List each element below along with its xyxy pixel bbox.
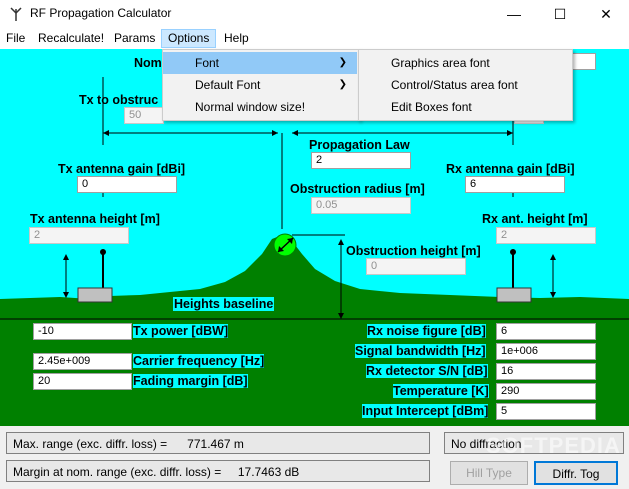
carrier-frequency-label: Carrier frequency [Hz] [133, 354, 265, 368]
chevron-right-icon: ❯ [338, 79, 347, 90]
chevron-right-icon: ❯ [338, 57, 347, 68]
signal-bandwidth-label: Signal bandwidth [Hz] [355, 344, 486, 358]
tx-antenna-gain-label: Tx antenna gain [dBi] [58, 162, 186, 176]
rx-noise-figure-label: Rx noise figure [dB] [367, 324, 486, 338]
signal-bandwidth-input[interactable]: 1e+006 [496, 343, 596, 360]
menu-item-default-font-label: Default Font [195, 78, 261, 92]
tx-antenna-height-input[interactable]: 2 [29, 227, 129, 244]
options-menu: Font ❯ Default Font ❯ Normal window size… [162, 49, 360, 121]
diffraction-toggle-button[interactable]: Diffr. Tog [534, 461, 618, 485]
propagation-law-label: Propagation Law [309, 138, 410, 152]
nominal-range-input[interactable] [570, 53, 596, 70]
antenna-icon [10, 7, 22, 21]
minimize-icon[interactable]: — [491, 0, 537, 28]
fading-margin-label: Fading margin [dB] [133, 374, 248, 388]
maximize-icon[interactable]: ☐ [537, 0, 583, 28]
obstruction-height-label: Obstruction height [m] [346, 244, 481, 258]
menu-item-normal-window-size-label: Normal window size! [195, 100, 306, 114]
input-intercept-label: Input Intercept [dBm] [362, 404, 489, 418]
temperature-input[interactable]: 290 [496, 383, 596, 400]
obstruction-radius-input[interactable]: 0.05 [311, 197, 411, 214]
menu-bar: File Recalculate! Params Options Help [0, 28, 629, 49]
rx-antenna-gain-input[interactable]: 6 [465, 176, 565, 193]
tx-antenna-height-label: Tx antenna height [m] [30, 212, 160, 226]
submenu-item-control-font[interactable]: Control/Status area font [359, 74, 570, 96]
menu-file[interactable]: File [0, 30, 31, 47]
submenu-item-graphics-font[interactable]: Graphics area font [359, 52, 570, 74]
menu-options[interactable]: Options [161, 29, 217, 48]
tx-to-obstruction-label: Tx to obstruc [79, 93, 159, 107]
obstruction-radius-label: Obstruction radius [m] [290, 182, 425, 196]
window-title: RF Propagation Calculator [30, 6, 172, 20]
rx-antenna-height-input[interactable]: 2 [496, 227, 596, 244]
obstruction-height-input[interactable]: 0 [366, 258, 466, 275]
max-range-status: Max. range (exc. diffr. loss) = 771.467 … [6, 432, 430, 454]
temperature-label: Temperature [K] [393, 384, 489, 398]
propagation-law-input[interactable]: 2 [311, 152, 411, 169]
rx-antenna-height-label: Rx ant. height [m] [482, 212, 588, 226]
tx-to-obstruction-input[interactable]: 50 [124, 107, 164, 124]
heights-baseline-label: Heights baseline [173, 297, 275, 311]
hill-type-button[interactable]: Hill Type [450, 461, 528, 485]
tx-power-input[interactable]: -10 [33, 323, 132, 340]
margin-status: Margin at nom. range (exc. diffr. loss) … [6, 460, 430, 482]
nominal-range-label: Nom [134, 56, 162, 70]
menu-item-font-label: Font [195, 56, 220, 70]
title-bar: RF Propagation Calculator — ☐ ✕ [0, 0, 629, 28]
input-intercept-input[interactable]: 5 [496, 403, 596, 420]
watermark: SOFTPEDIA [486, 433, 621, 458]
menu-help[interactable]: Help [218, 30, 255, 47]
tx-antenna-gain-input[interactable]: 0 [77, 176, 177, 193]
rx-antenna-gain-label: Rx antenna gain [dBi] [446, 162, 575, 176]
rx-detector-sn-input[interactable]: 16 [496, 363, 596, 380]
close-icon[interactable]: ✕ [583, 0, 629, 28]
rx-noise-figure-input[interactable]: 6 [496, 323, 596, 340]
fading-margin-input[interactable]: 20 [33, 373, 132, 390]
submenu-item-edit-boxes-font[interactable]: Edit Boxes font [359, 96, 570, 118]
menu-item-default-font[interactable]: Default Font ❯ [163, 74, 357, 96]
rx-detector-sn-label: Rx detector S/N [dB] [366, 364, 488, 378]
menu-item-normal-window-size[interactable]: Normal window size! [163, 96, 357, 118]
menu-item-font[interactable]: Font ❯ [163, 52, 357, 74]
menu-recalculate[interactable]: Recalculate! [32, 30, 110, 47]
menu-params[interactable]: Params [108, 30, 161, 47]
carrier-frequency-input[interactable]: 2.45e+009 [33, 353, 132, 370]
tx-power-label: Tx power [dBW] [133, 324, 229, 338]
font-submenu: Graphics area font Control/Status area f… [358, 49, 573, 121]
